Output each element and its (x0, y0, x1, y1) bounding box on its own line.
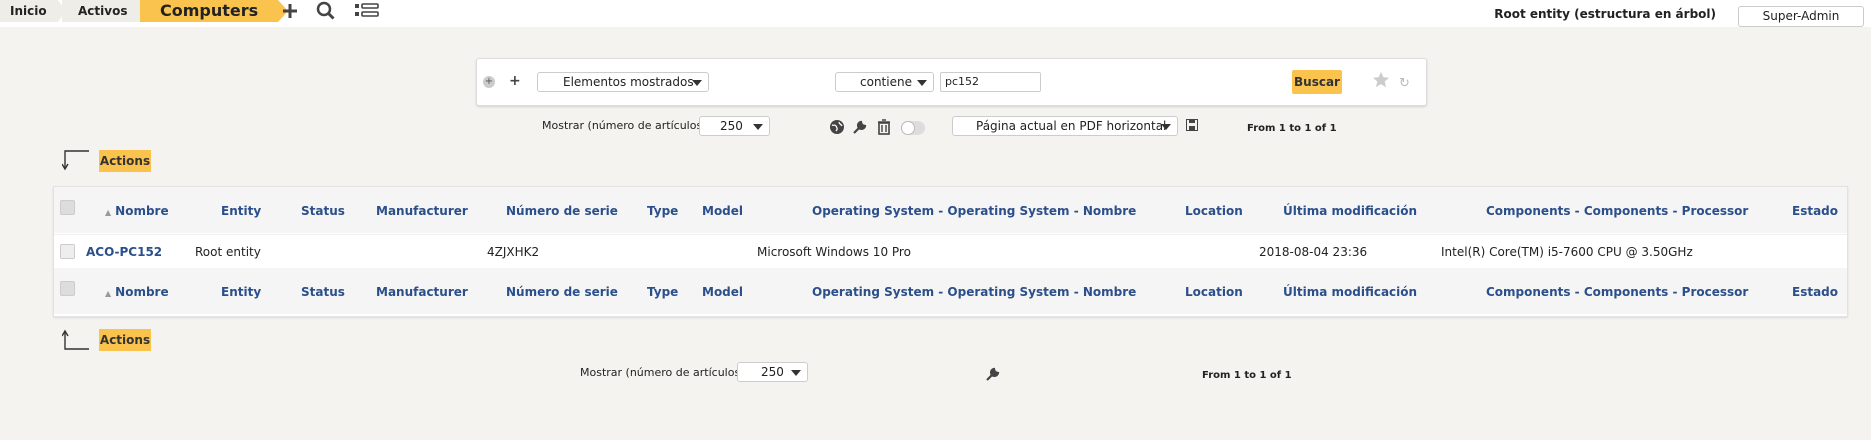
show-items-value-bottom: 250 (761, 365, 784, 379)
wrench-icon[interactable] (852, 119, 868, 139)
row-entity: Root entity (195, 245, 261, 259)
search-operator-select[interactable]: contiene (835, 72, 934, 92)
column-location[interactable]: Location (1185, 285, 1243, 299)
wrench-icon[interactable] (985, 366, 1001, 386)
search-field-value: Elementos mostrados (563, 75, 694, 89)
computers-table: ▲ Nombre Entity Status Manufacturer Númer… (53, 186, 1848, 317)
chevron-down-icon (791, 370, 801, 376)
column-serial[interactable]: Número de serie (506, 204, 618, 218)
chevron-down-icon (692, 80, 702, 86)
corner-arrow-down-icon (61, 149, 90, 176)
column-model[interactable]: Model (702, 204, 743, 218)
pagination-range: From 1 to 1 of 1 (1247, 123, 1337, 134)
sort-icon: ▲ (105, 208, 112, 217)
save-icon[interactable] (1186, 119, 1198, 134)
column-nombre[interactable]: ▲ Nombre (105, 285, 169, 299)
add-group-icon[interactable]: + (483, 76, 495, 88)
row-serial: 4ZJXHK2 (487, 245, 540, 259)
column-processor[interactable]: Components - Components - Processor (1486, 204, 1748, 218)
search-icon[interactable] (316, 1, 336, 24)
add-criterion-icon[interactable]: + (509, 73, 521, 89)
column-estado[interactable]: Estado (1792, 285, 1838, 299)
chevron-down-icon (917, 80, 927, 86)
toggle-switch[interactable] (901, 121, 925, 135)
globe-icon[interactable] (829, 119, 845, 139)
list-icon[interactable] (354, 1, 380, 24)
profile-selector[interactable]: Super-Admin (1738, 6, 1864, 27)
column-type[interactable]: Type (647, 204, 678, 218)
show-items-select-bottom[interactable]: 250 (737, 362, 808, 382)
column-serial[interactable]: Número de serie (506, 285, 618, 299)
show-items-value: 250 (720, 119, 743, 133)
column-estado[interactable]: Estado (1792, 204, 1838, 218)
column-os[interactable]: Operating System - Operating System - No… (812, 204, 1136, 218)
plus-icon[interactable] (280, 1, 300, 24)
corner-arrow-up-icon (61, 329, 90, 356)
toggle-knob (901, 121, 915, 135)
chevron-down-icon (1161, 124, 1171, 130)
row-name-link[interactable]: ACO-PC152 (86, 245, 162, 259)
search-button[interactable]: Buscar (1292, 70, 1342, 94)
search-operator-value: contiene (860, 75, 912, 89)
reset-icon[interactable]: ↻ (1399, 76, 1410, 91)
entity-selector[interactable]: Root entity (estructura en árbol) (1494, 7, 1716, 21)
actions-button-bottom[interactable]: Actions (99, 329, 151, 351)
table-footer-header: ▲ Nombre Entity Status Manufacturer Númer… (54, 268, 1847, 314)
actions-button-top[interactable]: Actions (99, 150, 151, 172)
column-entity[interactable]: Entity (221, 204, 261, 218)
export-value: Página actual en PDF horizontal (976, 119, 1167, 133)
column-nombre[interactable]: ▲ Nombre (105, 204, 169, 218)
search-panel: + + Elementos mostrados contiene pc152 B… (476, 58, 1427, 106)
search-field-select[interactable]: Elementos mostrados (537, 72, 709, 92)
column-type[interactable]: Type (647, 285, 678, 299)
column-status[interactable]: Status (301, 285, 345, 299)
pagination-range-bottom: From 1 to 1 of 1 (1202, 370, 1292, 381)
column-last-modified[interactable]: Última modificación (1283, 204, 1417, 218)
breadcrumb-computers[interactable]: Computers (140, 0, 278, 22)
table-header: ▲ Nombre Entity Status Manufacturer Númer… (54, 187, 1847, 233)
column-model[interactable]: Model (702, 285, 743, 299)
export-select[interactable]: Página actual en PDF horizontal (952, 116, 1178, 136)
column-location[interactable]: Location (1185, 204, 1243, 218)
row-last-modified: 2018-08-04 23:36 (1259, 245, 1368, 259)
sort-icon: ▲ (105, 289, 112, 298)
row-checkbox[interactable] (60, 244, 75, 259)
show-items-select[interactable]: 250 (699, 116, 770, 136)
search-input[interactable]: pc152 (940, 72, 1041, 92)
select-all-checkbox[interactable] (60, 200, 75, 215)
column-entity[interactable]: Entity (221, 285, 261, 299)
breadcrumb-inicio[interactable]: Inicio (0, 0, 58, 22)
column-status[interactable]: Status (301, 204, 345, 218)
row-os: Microsoft Windows 10 Pro (757, 245, 911, 259)
star-icon[interactable] (1372, 71, 1390, 92)
column-os[interactable]: Operating System - Operating System - No… (812, 285, 1136, 299)
row-processor: Intel(R) Core(TM) i5-7600 CPU @ 3.50GHz (1441, 245, 1693, 259)
top-bar: Inicio Activos Computers Root entity (es… (0, 0, 1871, 27)
select-all-checkbox-bottom[interactable] (60, 281, 75, 296)
column-processor[interactable]: Components - Components - Processor (1486, 285, 1748, 299)
column-last-modified[interactable]: Última modificación (1283, 285, 1417, 299)
table-row: ACO-PC152 Root entity 4ZJXHK2 Microsoft … (54, 234, 1847, 269)
column-manufacturer[interactable]: Manufacturer (376, 285, 468, 299)
trash-icon[interactable] (877, 119, 891, 139)
breadcrumb-separator (132, 0, 140, 22)
chevron-down-icon (753, 124, 763, 130)
show-items-label: Mostrar (número de artículos) (542, 119, 707, 132)
column-manufacturer[interactable]: Manufacturer (376, 204, 468, 218)
show-items-label-bottom: Mostrar (número de artículos) (580, 366, 745, 379)
